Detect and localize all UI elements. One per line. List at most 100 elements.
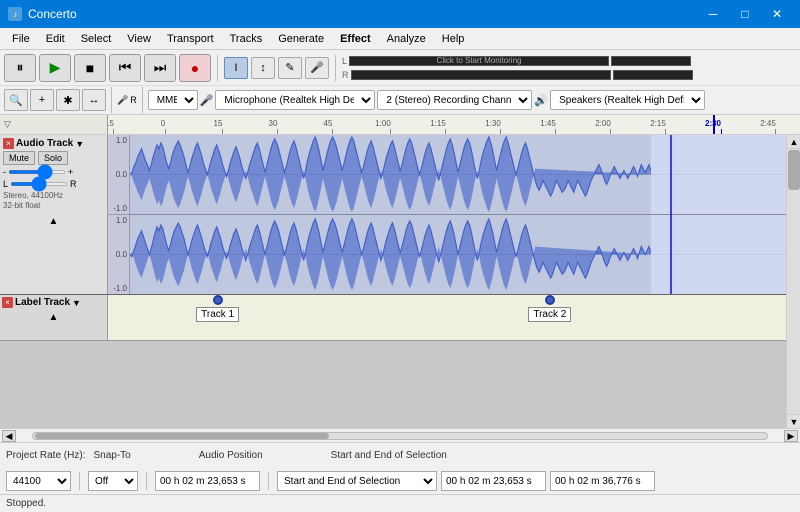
app-icon: ♪ — [8, 7, 22, 21]
tick-245: 2:45 — [768, 119, 784, 134]
hscroll-thumb[interactable] — [35, 433, 329, 439]
label-expand-btn[interactable]: ▲ — [49, 312, 59, 323]
audio-track-controls: × Audio Track ▼ Mute Solo - + L — [0, 135, 108, 294]
label-track-close[interactable]: × — [2, 297, 13, 308]
bottom-row2: 44100 Off Start and End of Selection — [0, 469, 800, 494]
select-tool-button[interactable]: I — [224, 57, 248, 79]
tick-115: 1:15 — [438, 119, 454, 134]
toolbar-separator1 — [217, 55, 218, 81]
vscrollbar: ▲ ▼ — [786, 135, 800, 428]
zoom-in-button[interactable]: + — [30, 89, 54, 111]
vscroll-down-button[interactable]: ▼ — [787, 414, 800, 428]
menu-file[interactable]: File — [4, 28, 38, 49]
label-track-content[interactable]: Track 1 Track 2 — [108, 295, 786, 340]
hscroll-track[interactable] — [32, 432, 768, 440]
label-track-controls: × Label Track ▼ ▲ — [0, 295, 108, 340]
vu-meter-r1[interactable] — [611, 56, 691, 66]
tick-215: 2:15 — [658, 119, 674, 134]
window-controls: ─ □ ✕ — [698, 4, 792, 24]
title-bar: ♪ Concerto ─ □ ✕ — [0, 0, 800, 28]
label-track-header: × Label Track ▼ — [2, 297, 105, 308]
menu-tracks[interactable]: Tracks — [222, 28, 271, 49]
y-scale: 1.0 0.0 -1.0 1.0 0.0 -1.0 — [108, 135, 130, 294]
solo-button[interactable]: Solo — [38, 151, 68, 165]
record-button[interactable]: ● — [179, 54, 211, 82]
channels-select[interactable]: 2 (Stereo) Recording Channels — [377, 90, 532, 110]
menu-analyze[interactable]: Analyze — [379, 28, 434, 49]
vol-minus: - — [3, 167, 6, 177]
label-pin-2 — [545, 295, 555, 305]
close-button[interactable]: ✕ — [762, 4, 792, 24]
expand-button[interactable]: ▲ — [49, 216, 59, 227]
pan-left-label: L — [3, 179, 8, 189]
vscroll-up-button[interactable]: ▲ — [787, 135, 800, 149]
hand-tool-button[interactable]: ↔ — [82, 89, 106, 111]
maximize-button[interactable]: □ — [730, 4, 760, 24]
volume-slider[interactable] — [8, 170, 66, 174]
vu-meter-r2[interactable] — [613, 70, 693, 80]
timeline-right[interactable]: -15 0 15 30 45 1:00 — [108, 115, 800, 134]
input-icon: 🎤 — [200, 94, 214, 107]
draw-tool-button[interactable]: ✎ — [278, 57, 302, 79]
play-button[interactable]: ▶ — [39, 54, 71, 82]
sel-start-input[interactable] — [441, 471, 546, 491]
audio-track-mute-solo: Mute Solo — [3, 151, 104, 165]
sel-end-input[interactable] — [550, 471, 655, 491]
vscroll-track[interactable] — [787, 149, 800, 414]
project-rate-select[interactable]: 44100 — [6, 471, 71, 491]
wave-channel-bot[interactable] — [130, 215, 786, 294]
label-text-1: Track 1 — [196, 307, 239, 322]
vu-meter-1[interactable]: Click to Start Monitoring — [349, 56, 609, 66]
label-marker-2: Track 2 — [528, 295, 571, 322]
mic-tool-button[interactable]: 🎤 — [305, 57, 329, 79]
menu-help[interactable]: Help — [434, 28, 473, 49]
menu-effect[interactable]: Effect — [332, 28, 379, 49]
menu-transport[interactable]: Transport — [159, 28, 222, 49]
envelope-tool-button[interactable]: ↕ — [251, 57, 275, 79]
stop-button[interactable]: ■ — [74, 54, 106, 82]
menu-generate[interactable]: Generate — [270, 28, 332, 49]
label-pin-1 — [213, 295, 223, 305]
tick-45: 45 — [328, 119, 337, 134]
project-rate-label: Project Rate (Hz): — [6, 450, 85, 461]
snap-to-select[interactable]: Off — [88, 471, 138, 491]
multi-tool-button[interactable]: ✱ — [56, 89, 80, 111]
waveform-container[interactable] — [130, 135, 786, 294]
pause-button[interactable]: ⏸ — [4, 54, 36, 82]
hscroll-right-button[interactable]: ▶ — [784, 430, 798, 442]
selection-label: Start and End of Selection — [331, 450, 447, 461]
skip-back-button[interactable]: ⏮ — [109, 54, 141, 82]
label-track-name: Label Track — [15, 297, 70, 308]
audio-position-input[interactable] — [155, 471, 260, 491]
hscroll-container: ◀ ▶ — [0, 430, 800, 442]
selection-type-select[interactable]: Start and End of Selection — [277, 471, 437, 491]
bottom-sep2 — [146, 472, 147, 490]
toolbars: ⏸ ▶ ■ ⏮ ⏭ ● I ↕ ✎ 🎤 L Cli — [0, 50, 800, 115]
vscroll-thumb[interactable] — [788, 150, 800, 190]
hscroll-left-button[interactable]: ◀ — [2, 430, 16, 442]
audio-track: × Audio Track ▼ Mute Solo - + L — [0, 135, 786, 295]
menu-edit[interactable]: Edit — [38, 28, 73, 49]
audio-track-dropdown[interactable]: ▼ — [75, 139, 84, 149]
pan-slider[interactable] — [10, 182, 68, 186]
bottom-sep3 — [268, 472, 269, 490]
tick-0: 0 — [163, 119, 167, 134]
input-device-select[interactable]: Microphone (Realtek High Defini — [215, 90, 375, 110]
menu-view[interactable]: View — [119, 28, 159, 49]
audio-pos-label: Audio Position — [199, 450, 263, 461]
wave-channel-top[interactable] — [130, 135, 786, 215]
audio-track-close[interactable]: × — [3, 138, 14, 149]
toolbar-separator4 — [142, 87, 143, 113]
mute-button[interactable]: Mute — [3, 151, 35, 165]
host-select[interactable]: MME — [148, 90, 198, 110]
zoom-tool-button[interactable]: 🔍 — [4, 89, 28, 111]
menu-select[interactable]: Select — [73, 28, 120, 49]
minimize-button[interactable]: ─ — [698, 4, 728, 24]
vu-meter-2[interactable] — [351, 70, 611, 80]
skip-forward-button[interactable]: ⏭ — [144, 54, 176, 82]
timeline-zoom-indicator: ▽ — [0, 115, 107, 134]
label-track-dropdown[interactable]: ▼ — [72, 298, 81, 308]
bottom-sep1 — [79, 472, 80, 490]
output-device-select[interactable]: Speakers (Realtek High Definiti — [550, 90, 705, 110]
vu-meters: L Click to Start Monitoring R — [342, 54, 693, 81]
